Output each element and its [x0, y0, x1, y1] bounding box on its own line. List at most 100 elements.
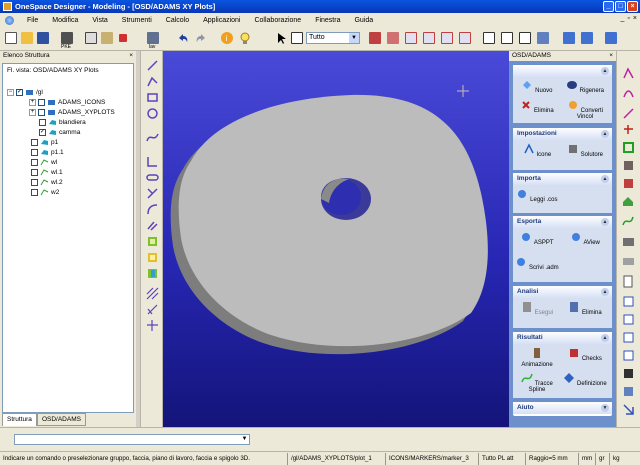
- menu-guida[interactable]: Guida: [347, 17, 380, 24]
- maximize-button[interactable]: □: [615, 1, 626, 12]
- close-button[interactable]: ×: [627, 1, 638, 12]
- view-shade-icon[interactable]: [518, 31, 532, 45]
- menu-finestra[interactable]: Finestra: [308, 17, 347, 24]
- checks-button[interactable]: Checks: [563, 347, 607, 362]
- scrivi-adm-button[interactable]: Scrivi .adm: [515, 256, 559, 271]
- doc-close-button[interactable]: ×: [633, 15, 637, 22]
- elimina-model-button[interactable]: Elimina: [515, 99, 559, 114]
- annotation-tool-icon[interactable]: [622, 67, 635, 80]
- view-box-icon[interactable]: [482, 31, 496, 45]
- tree-item-w2[interactable]: w2: [31, 187, 59, 197]
- paste-icon[interactable]: [100, 31, 114, 45]
- tree-item-wl[interactable]: wl: [31, 157, 57, 167]
- extrude-tool-icon[interactable]: [146, 235, 159, 248]
- zoom-fit-icon[interactable]: [562, 31, 576, 45]
- tab-osd-adams[interactable]: OSD/ADAMS: [36, 413, 86, 426]
- rigenera-button[interactable]: Rigenera: [563, 79, 607, 94]
- solutore-button[interactable]: Solutore: [563, 143, 607, 158]
- chevron-up-icon[interactable]: ▲: [601, 288, 609, 296]
- sheet-tool-icon[interactable]: [622, 349, 635, 362]
- view-top-icon[interactable]: [440, 31, 454, 45]
- square-tool-icon[interactable]: [622, 141, 635, 154]
- boolean-tool-icon[interactable]: [146, 267, 159, 280]
- menu-vista[interactable]: Vista: [85, 17, 114, 24]
- 3d-viewport[interactable]: [163, 51, 509, 427]
- dimension-tool-icon[interactable]: [146, 319, 159, 332]
- view-tool-icon[interactable]: [622, 385, 635, 398]
- layer-tool-icon[interactable]: [622, 159, 635, 172]
- mirror-tool-icon[interactable]: [146, 303, 159, 316]
- fillet-tool-icon[interactable]: [146, 155, 159, 168]
- chevron-up-icon[interactable]: ▲: [601, 218, 609, 226]
- delete-icon[interactable]: [116, 31, 130, 45]
- lightbulb-icon[interactable]: [238, 31, 252, 45]
- circle-tool-icon[interactable]: [146, 107, 159, 120]
- tracce-spline-button[interactable]: Tracce Spline: [515, 372, 559, 393]
- icone-button[interactable]: Icone: [515, 143, 559, 158]
- wave-tool-icon[interactable]: [622, 215, 635, 228]
- copy-icon[interactable]: [84, 31, 98, 45]
- status-unit-mm[interactable]: mm: [582, 455, 592, 462]
- revolve-tool-icon[interactable]: [146, 251, 159, 264]
- open-folder-icon[interactable]: [20, 31, 34, 45]
- polyline-tool-icon[interactable]: [146, 75, 159, 88]
- menu-collaborazione[interactable]: Collaborazione: [247, 17, 308, 24]
- close-icon[interactable]: ×: [609, 51, 613, 61]
- view-back-icon[interactable]: [604, 31, 618, 45]
- definizione-button[interactable]: Definizione: [563, 372, 607, 387]
- trim-tool-icon[interactable]: [146, 187, 159, 200]
- tree-item-gl[interactable]: − ✓ /gl: [7, 87, 43, 97]
- paste-tool-icon[interactable]: [622, 313, 635, 326]
- cam-plate-model[interactable]: [163, 51, 509, 427]
- tree-item-wl-1[interactable]: wl.1: [31, 167, 63, 177]
- selection-filter-dropdown[interactable]: Tutto ▼: [306, 32, 360, 44]
- workplane-icon[interactable]: [146, 31, 160, 45]
- chevron-down-icon[interactable]: ▼: [349, 33, 359, 43]
- house-tool-icon[interactable]: [622, 195, 635, 208]
- line-tool-icon[interactable]: [146, 59, 159, 72]
- osd-logo-icon[interactable]: [5, 15, 14, 25]
- info-icon[interactable]: i: [220, 31, 234, 45]
- elimina-analisi-button[interactable]: Elimina: [563, 301, 607, 316]
- tab-struttura[interactable]: Struttura: [2, 413, 37, 426]
- window-tool-icon[interactable]: [622, 295, 635, 308]
- arc-tool-icon[interactable]: [146, 203, 159, 216]
- tree-item-wl-2[interactable]: wl.2: [31, 177, 63, 187]
- minimize-button[interactable]: _: [603, 1, 614, 12]
- chevron-up-icon[interactable]: ▲: [601, 334, 609, 342]
- curve-tool-icon[interactable]: [622, 107, 635, 120]
- tree-item-p1-1[interactable]: p1.1: [31, 147, 64, 157]
- document-tool-icon[interactable]: [622, 275, 635, 288]
- menu-modifica[interactable]: Modifica: [45, 17, 85, 24]
- view-side-icon[interactable]: [422, 31, 436, 45]
- status-unit-gr[interactable]: gr: [599, 455, 605, 462]
- offset-tool-icon[interactable]: [146, 219, 159, 232]
- chevron-up-icon[interactable]: ▲: [601, 67, 609, 75]
- dimension-tool-icon[interactable]: [622, 255, 635, 268]
- new-file-icon[interactable]: [4, 31, 18, 45]
- view-iso-icon[interactable]: [458, 31, 472, 45]
- close-icon[interactable]: ×: [129, 51, 133, 61]
- sketch-tool-icon[interactable]: [622, 87, 635, 100]
- converti-vincol-button[interactable]: Converti Vincol: [563, 99, 607, 120]
- tree-item-adams-xyplots[interactable]: + ADAMS_XYPLOTS: [29, 107, 115, 117]
- tree-item-camma[interactable]: ✓ camma: [39, 127, 80, 137]
- menu-strumenti[interactable]: Strumenti: [115, 17, 159, 24]
- rectangle-tool-icon[interactable]: [146, 91, 159, 104]
- spline-tool-icon[interactable]: [146, 131, 159, 144]
- view-front-icon[interactable]: [404, 31, 418, 45]
- save-icon[interactable]: [36, 31, 50, 45]
- pointer-tool-icon[interactable]: [622, 403, 635, 416]
- menu-applicazioni[interactable]: Applicazioni: [196, 17, 247, 24]
- tree-item-blandiera[interactable]: blandiera: [39, 117, 86, 127]
- command-input[interactable]: ▼: [14, 434, 250, 445]
- chevron-down-icon[interactable]: ▼: [240, 435, 249, 444]
- tree-item-p1[interactable]: p1: [31, 137, 58, 147]
- hatch-tool-icon[interactable]: [146, 287, 159, 300]
- chevron-up-icon[interactable]: ▲: [601, 175, 609, 183]
- doc-minimize-button[interactable]: _: [621, 15, 625, 22]
- menu-calcolo[interactable]: Calcolo: [159, 17, 196, 24]
- color-tool-icon[interactable]: [622, 177, 635, 190]
- undo-icon[interactable]: [176, 31, 190, 45]
- tree-item-adams-icons[interactable]: + ADAMS_ICONS: [29, 97, 105, 107]
